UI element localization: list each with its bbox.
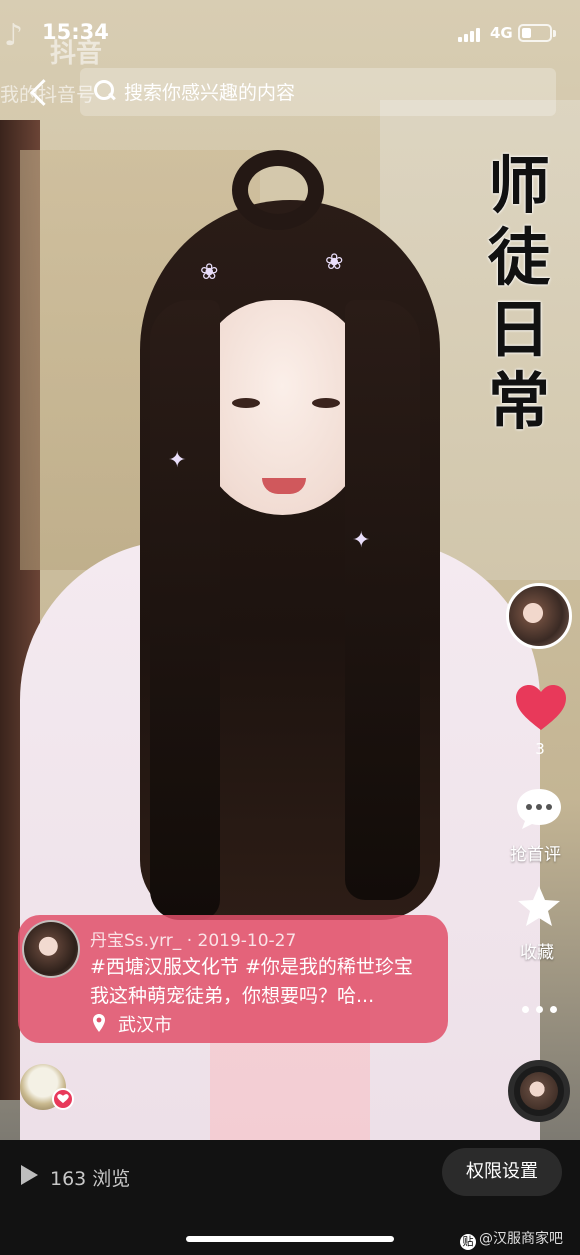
username[interactable]: 丹宝Ss.yrr_ (90, 931, 181, 951)
like-count: 3 (535, 740, 545, 758)
battery-cap (553, 30, 556, 37)
search-placeholder[interactable]: 搜索你感兴趣的内容 (124, 78, 295, 105)
tieba-icon: 贴 (460, 1234, 476, 1250)
butterfly-icon: ❀ (200, 260, 219, 285)
source-credit: 贴 @汉服商家吧 (460, 1228, 563, 1250)
home-indicator (186, 1236, 394, 1242)
comment-icon[interactable] (514, 786, 564, 832)
right-eye (312, 398, 340, 408)
network-type: 4G (490, 24, 513, 42)
title-char: 常 (487, 365, 550, 438)
post-date: 2019-10-27 (197, 931, 297, 951)
permission-settings-button[interactable]: 权限设置 (442, 1148, 562, 1196)
card-avatar[interactable] (22, 920, 80, 978)
back-button[interactable] (22, 72, 56, 112)
meta-separator: · (186, 931, 193, 951)
hair-left (150, 300, 220, 920)
view-count: 163 浏览 (50, 1168, 131, 1190)
butterfly-icon: ❀ (325, 250, 344, 275)
more-icon[interactable] (520, 1002, 560, 1016)
butterfly-icon: ✦ (352, 528, 371, 553)
battery-icon (518, 24, 552, 42)
video-title-vertical: 师 徒 日 常 (484, 150, 554, 438)
signal-icon (458, 28, 480, 42)
star-icon[interactable] (516, 884, 562, 928)
heart-icon[interactable] (514, 683, 568, 733)
left-eye (232, 398, 260, 408)
status-bar: 15:34 4G (0, 0, 580, 66)
hair-bun (232, 150, 324, 230)
credit-text: @汉服商家吧 (479, 1231, 563, 1247)
caption-line[interactable]: 我这种萌宠徒弟，你想要吗？哈... (90, 981, 374, 1008)
caption-line[interactable]: #西塘汉服文化节 #你是我的稀世珍宝 (90, 952, 413, 979)
location-pin-icon (93, 1014, 105, 1032)
post-meta: 丹宝Ss.yrr_ · 2019-10-27 (90, 926, 296, 951)
play-icon (21, 1165, 38, 1185)
music-disc-icon[interactable] (508, 1060, 570, 1122)
comment-label[interactable]: 抢首评 (510, 840, 561, 865)
location-label[interactable]: 武汉市 (118, 1011, 172, 1037)
title-char: 师 (487, 149, 550, 222)
hair-right (345, 300, 420, 900)
title-char: 日 (487, 293, 550, 366)
title-char: 徒 (487, 221, 550, 294)
butterfly-icon: ✦ (168, 448, 187, 473)
favorite-label[interactable]: 收藏 (520, 938, 554, 963)
author-avatar[interactable] (506, 583, 572, 649)
status-time: 15:34 (42, 20, 109, 44)
search-icon[interactable] (94, 80, 116, 102)
heart-badge-icon (52, 1088, 74, 1110)
